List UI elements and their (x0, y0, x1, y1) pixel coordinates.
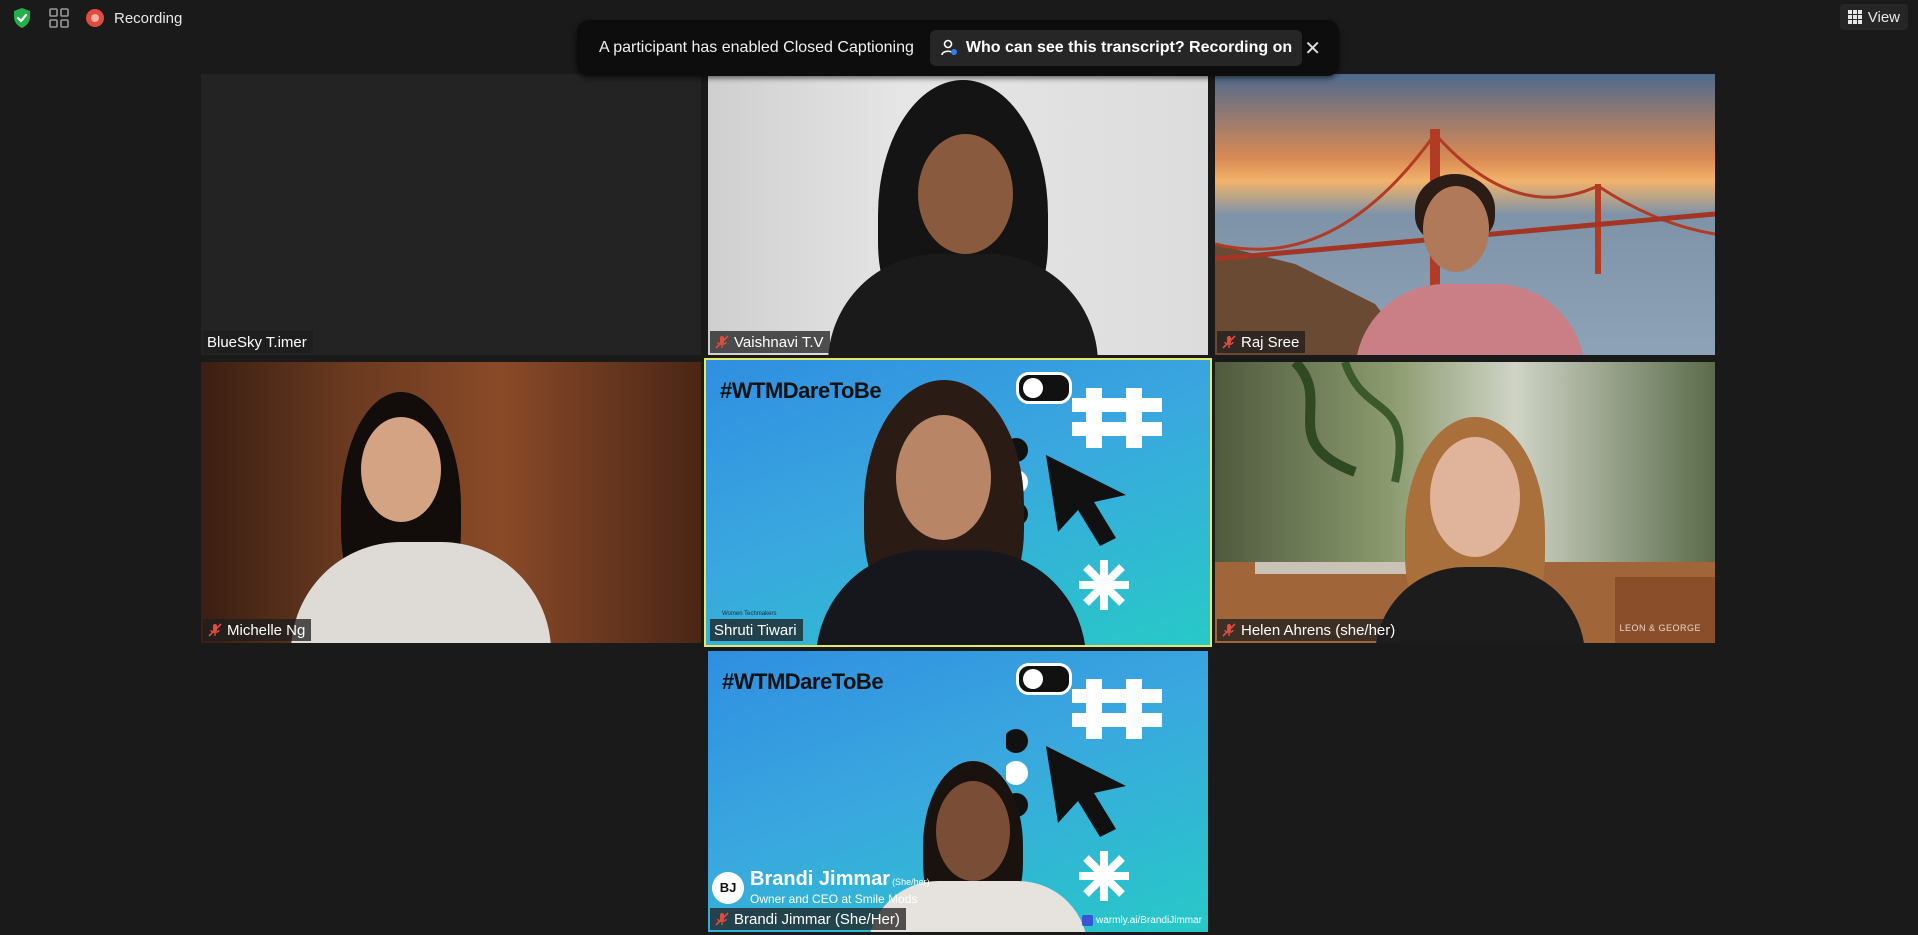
lower-third-subtitle: Owner and CEO at Smile Mods (750, 892, 918, 906)
person-face (361, 417, 441, 522)
transcript-user-icon (940, 39, 958, 57)
warmly-link-text: warmly.ai/BrandiJimmar (1096, 915, 1202, 926)
mic-off-icon (714, 911, 730, 927)
mic-off-icon (1221, 334, 1237, 350)
transcript-visibility-button[interactable]: Who can see this transcript? Recording o… (929, 30, 1303, 66)
participant-name: Vaishnavi T.V (734, 333, 824, 351)
close-icon[interactable]: ✕ (1302, 36, 1323, 60)
mic-off-icon (1221, 622, 1237, 638)
notification-message: A participant has enabled Closed Caption… (599, 39, 914, 56)
warmly-link: warmly.ai/BrandiJimmar (1082, 915, 1202, 926)
person-face (896, 415, 991, 540)
participant-name: BlueSky T.imer (207, 333, 307, 351)
participant-name: Brandi Jimmar (She/Her) (734, 910, 900, 928)
view-grid-icon (1847, 10, 1862, 24)
gallery-grid-icon[interactable] (48, 7, 70, 29)
participant-name-tag: Vaishnavi T.V (710, 331, 830, 353)
mic-off-icon (714, 334, 730, 350)
person-face (1423, 186, 1489, 272)
participant-name-tag: BlueSky T.imer (203, 331, 313, 353)
tile-background (201, 74, 701, 355)
lower-third-name: Brandi Jimmar (750, 868, 891, 890)
participant-tile[interactable]: Michelle Ng (201, 362, 701, 643)
person-face (936, 781, 1010, 881)
person-face (918, 134, 1013, 254)
recording-label: Recording (114, 9, 183, 27)
participant-tile[interactable]: #WTMDareToBe BJ Brandi Jimmar(She/her) (708, 651, 1208, 932)
participant-tile-active-speaker[interactable]: #WTMDareToBe Women Techmakers Shruti Tiw… (704, 358, 1212, 647)
participant-name-tag: Michelle Ng (203, 619, 312, 641)
participant-name-tag: Brandi Jimmar (She/Her) (710, 908, 906, 930)
closed-caption-notification: A participant has enabled Closed Caption… (577, 20, 1339, 76)
participant-name: Helen Ahrens (she/her) (1241, 621, 1396, 639)
warmly-logo-icon (1082, 915, 1094, 926)
transcript-visibility-label: Who can see this transcript? Recording o… (965, 39, 1293, 56)
participant-tile[interactable]: Raj Sree (1215, 74, 1715, 355)
wtm-hashtag: #WTMDareToBe (720, 378, 882, 403)
women-techmakers-logo: Women Techmakers (722, 611, 777, 617)
participant-tile[interactable]: BlueSky T.imer (201, 74, 701, 355)
shield-check-icon[interactable] (12, 7, 32, 29)
record-icon (86, 9, 104, 27)
participant-name: Shruti Tiwari (714, 621, 797, 639)
participant-name-tag: Raj Sree (1217, 331, 1306, 353)
participant-name-tag: Helen Ahrens (she/her) (1217, 619, 1402, 641)
view-button[interactable]: View (1839, 4, 1908, 30)
lower-third-avatar: BJ (712, 871, 744, 904)
participant-tile[interactable]: LEON & GEORGE Helen Ahrens (she/her) (1215, 362, 1715, 643)
mic-off-icon (207, 622, 223, 638)
zoom-meeting-window: Recording View BlueSky T.imer Vaishnavi … (0, 0, 1918, 935)
participant-name: Michelle Ng (227, 621, 306, 639)
name-lower-third: BJ Brandi Jimmar (She/her) Owner and CEO … (712, 869, 930, 906)
recording-indicator[interactable]: Recording (86, 9, 182, 27)
wtm-hashtag: #WTMDareToBe (722, 669, 884, 694)
view-button-label: View (1867, 8, 1900, 26)
participant-name-tag: Shruti Tiwari (710, 619, 803, 641)
participant-name: Raj Sree (1241, 333, 1300, 351)
participant-tile[interactable]: Vaishnavi T.V (708, 74, 1208, 355)
top-left-status: Recording (12, 6, 182, 30)
brand-watermark: LEON & GEORGE (1619, 623, 1701, 633)
person-face (1430, 437, 1520, 557)
lower-third-pronouns: (She/her) (892, 877, 930, 887)
